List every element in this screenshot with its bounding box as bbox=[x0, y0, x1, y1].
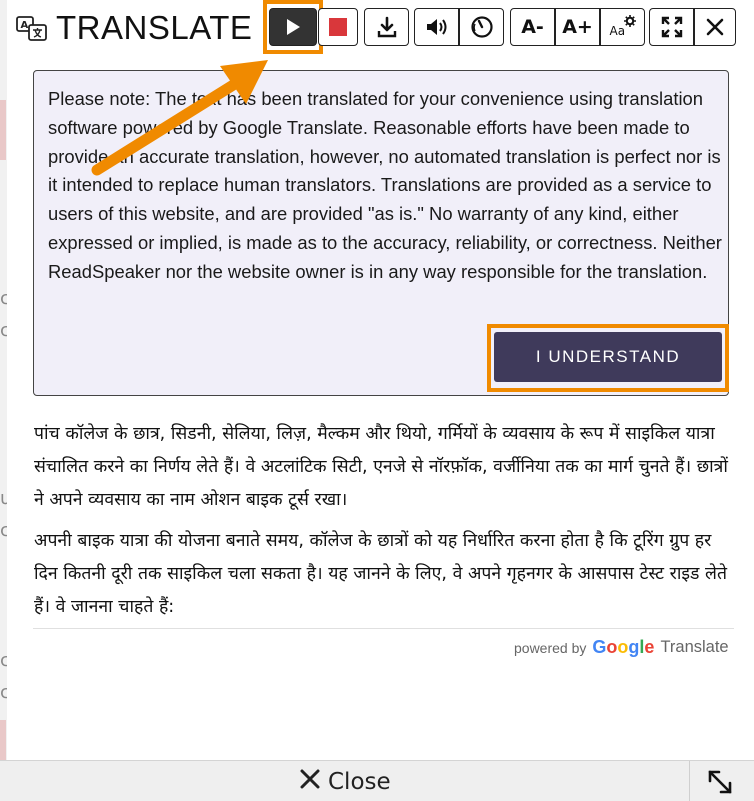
font-decrease-button[interactable]: A- bbox=[510, 8, 555, 46]
stop-icon bbox=[329, 18, 347, 36]
translated-content: पांच कॉलेज के छात्र, सिडनी, सेलिया, लिज़… bbox=[34, 418, 736, 632]
footer-close-button[interactable]: Close bbox=[300, 765, 391, 799]
stop-button[interactable] bbox=[318, 8, 358, 46]
volume-icon bbox=[425, 16, 449, 38]
panel-footer: Close bbox=[0, 760, 754, 801]
close-icon bbox=[706, 18, 724, 36]
volume-button[interactable] bbox=[414, 8, 459, 46]
svg-text:A: A bbox=[21, 20, 29, 31]
footer-separator bbox=[689, 761, 690, 801]
notice-text: Please note: The text has been translate… bbox=[48, 88, 722, 282]
translate-label: Translate bbox=[660, 638, 729, 656]
font-settings-icon: Aa bbox=[609, 14, 637, 40]
content-paragraph: अपनी बाइक यात्रा की योजना बनाते समय, कॉल… bbox=[34, 531, 727, 617]
font-decrease-label: A- bbox=[521, 16, 544, 38]
background-page-edge: c c u c c c bbox=[0, 0, 7, 801]
play-button[interactable] bbox=[269, 8, 317, 46]
understand-button[interactable]: I UNDERSTAND bbox=[494, 332, 722, 382]
close-button[interactable] bbox=[694, 8, 736, 46]
download-button[interactable] bbox=[364, 8, 409, 46]
close-icon bbox=[300, 769, 320, 795]
speed-icon bbox=[470, 15, 494, 39]
font-increase-button[interactable]: A+ bbox=[555, 8, 600, 46]
translate-header: A TRANSLATE A- A+ Aa bbox=[0, 0, 754, 58]
content-paragraph: पांच कॉलेज के छात्र, सिडनी, सेलिया, लिज़… bbox=[34, 424, 728, 510]
font-settings-button[interactable]: Aa bbox=[600, 8, 645, 46]
divider bbox=[33, 628, 734, 629]
play-icon bbox=[285, 18, 301, 36]
download-icon bbox=[376, 16, 398, 38]
speed-button[interactable] bbox=[459, 8, 504, 46]
powered-by-google-translate[interactable]: powered by Google Translate bbox=[514, 637, 729, 658]
google-logo: Google bbox=[592, 637, 655, 657]
fullscreen-button[interactable] bbox=[649, 8, 694, 46]
font-increase-label: A+ bbox=[562, 16, 593, 38]
page-title: TRANSLATE bbox=[56, 9, 253, 46]
translate-icon: A bbox=[16, 15, 48, 43]
fullscreen-icon bbox=[661, 16, 683, 38]
resize-icon[interactable] bbox=[706, 768, 734, 796]
footer-close-label: Close bbox=[328, 769, 391, 795]
powered-by-label: powered by bbox=[514, 639, 587, 656]
